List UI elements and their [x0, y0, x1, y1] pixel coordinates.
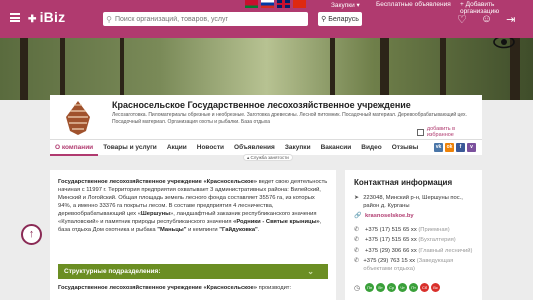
- clock-icon: ◷: [354, 284, 361, 292]
- zakupki-link[interactable]: Закупки ▾: [331, 1, 360, 9]
- city-select[interactable]: ⚲ Беларусь: [318, 12, 362, 26]
- logo[interactable]: ✚ iBiz: [28, 9, 65, 25]
- social-share: vk ok f v: [434, 143, 476, 152]
- website-link[interactable]: krasnoselskoe.by: [365, 213, 414, 221]
- address-row: ➤ 223048, Минский р-н, Шершуны пос., рай…: [354, 195, 463, 209]
- flag-cn-icon[interactable]: [293, 0, 306, 8]
- free-ads-link[interactable]: Бесплатные объявления: [376, 1, 451, 8]
- tab-about[interactable]: О компании: [50, 140, 99, 156]
- phone-row: ✆ +375 (29) 763 15 xx (Заведующая объект…: [354, 258, 454, 272]
- vk-icon[interactable]: vk: [434, 143, 443, 152]
- tab-video[interactable]: Видео: [356, 140, 386, 156]
- day-badge: Пн: [365, 283, 375, 292]
- tab-vacancies[interactable]: Вакансии: [316, 140, 357, 156]
- favorites-heart-icon[interactable]: ♡: [457, 13, 467, 26]
- phone-number[interactable]: +375 (17) 515 65 xx: [365, 227, 417, 233]
- flag-by-icon[interactable]: [245, 0, 258, 8]
- cover-banner: [0, 38, 533, 100]
- company-logo-cone-icon: [60, 99, 96, 135]
- day-badge: Ср: [387, 283, 397, 292]
- location-pin-icon: ➤: [354, 195, 360, 201]
- website-row: 🔗 krasnoselskoe.by: [354, 213, 473, 221]
- phone-icon: ✆: [354, 258, 360, 264]
- flag-en-icon[interactable]: [277, 0, 290, 8]
- phone-number[interactable]: +375 (17) 515 65 xx: [365, 237, 417, 243]
- work-schedule: ◷ Пн Вт Ср Чт Пт Сб Вс: [354, 283, 441, 292]
- city-label: Беларусь: [328, 15, 359, 23]
- facebook-icon[interactable]: f: [456, 143, 465, 152]
- contacts-panel: Контактная информация ➤ 223048, Минский …: [345, 170, 482, 300]
- day-badge: Чт: [398, 283, 408, 292]
- search-box: ⚲: [103, 12, 308, 26]
- day-badge: Пт: [409, 283, 419, 292]
- phone-row: ✆ +375 (17) 515 65 xx (Бухгалтерия): [354, 237, 456, 243]
- sub-tab-employment[interactable]: ▴ Служба занятости: [243, 154, 293, 161]
- ok-icon[interactable]: ok: [445, 143, 454, 152]
- user-actions: ♡ ☺ ⇥: [457, 13, 515, 26]
- phone-number[interactable]: +375 (29) 763 15 xx: [363, 258, 415, 264]
- about-text: Государственное лесохозяйственное учрежд…: [58, 179, 328, 233]
- favorite-checkbox[interactable]: [417, 128, 424, 136]
- user-icon[interactable]: ☺: [481, 13, 492, 26]
- logo-text: iBiz: [39, 9, 66, 25]
- day-badge: Вт: [376, 283, 386, 292]
- eye-icon[interactable]: [493, 38, 515, 49]
- chevron-down-icon: ⌄: [307, 267, 314, 276]
- tab-promos[interactable]: Акции: [162, 140, 192, 156]
- add-to-favorites[interactable]: добавить в избранное: [417, 126, 482, 138]
- login-icon[interactable]: ⇥: [506, 13, 515, 26]
- search-input[interactable]: [115, 15, 308, 23]
- day-badge: Сб: [420, 283, 430, 292]
- about-section: Государственное лесохозяйственное учрежд…: [50, 170, 336, 300]
- tab-products[interactable]: Товары и услуги: [98, 140, 162, 156]
- phone-icon: ✆: [354, 237, 360, 243]
- company-name: Красносельское Государственное лесохозяй…: [112, 100, 411, 110]
- tab-news[interactable]: Новости: [192, 140, 229, 156]
- company-tabs: О компании Товары и услуги Акции Новости…: [50, 139, 482, 156]
- top-bar: ✚iBiz ⚲ ⚲ Беларусь Закупки ▾ Бесплатные …: [0, 0, 533, 38]
- company-header: Красносельское Государственное лесохозяй…: [50, 95, 482, 139]
- structural-units-toggle[interactable]: Структурные подразделения: ⌄: [58, 264, 328, 279]
- logo-icon: ✚: [28, 14, 37, 25]
- phone-icon: ✆: [354, 226, 360, 233]
- scroll-up-arrow-icon[interactable]: ↑: [21, 224, 42, 245]
- phone-number[interactable]: +375 (29) 306 66 xx: [365, 248, 417, 254]
- search-icon[interactable]: ⚲: [103, 15, 115, 24]
- products-intro: Государственное лесохозяйственное учрежд…: [58, 285, 292, 291]
- menu-icon[interactable]: [10, 13, 20, 22]
- flag-ru-icon[interactable]: [261, 0, 274, 8]
- day-badge: Вс: [431, 283, 441, 292]
- location-icon: ⚲: [321, 16, 327, 23]
- company-description: Лесозаготовка. Пиломатериалы обрезные и …: [112, 112, 467, 125]
- contacts-title: Контактная информация: [354, 178, 453, 187]
- link-icon: 🔗: [354, 213, 362, 219]
- phone-row: ✆ +375 (29) 306 66 xx (Главный лесничий): [354, 247, 473, 254]
- language-flags: [245, 0, 306, 8]
- phone-icon: ✆: [354, 247, 360, 254]
- tab-reviews[interactable]: Отзывы: [387, 140, 424, 156]
- phone-row: ✆ +375 (17) 515 65 xx (Приемная): [354, 226, 450, 233]
- viber-icon[interactable]: v: [467, 143, 476, 152]
